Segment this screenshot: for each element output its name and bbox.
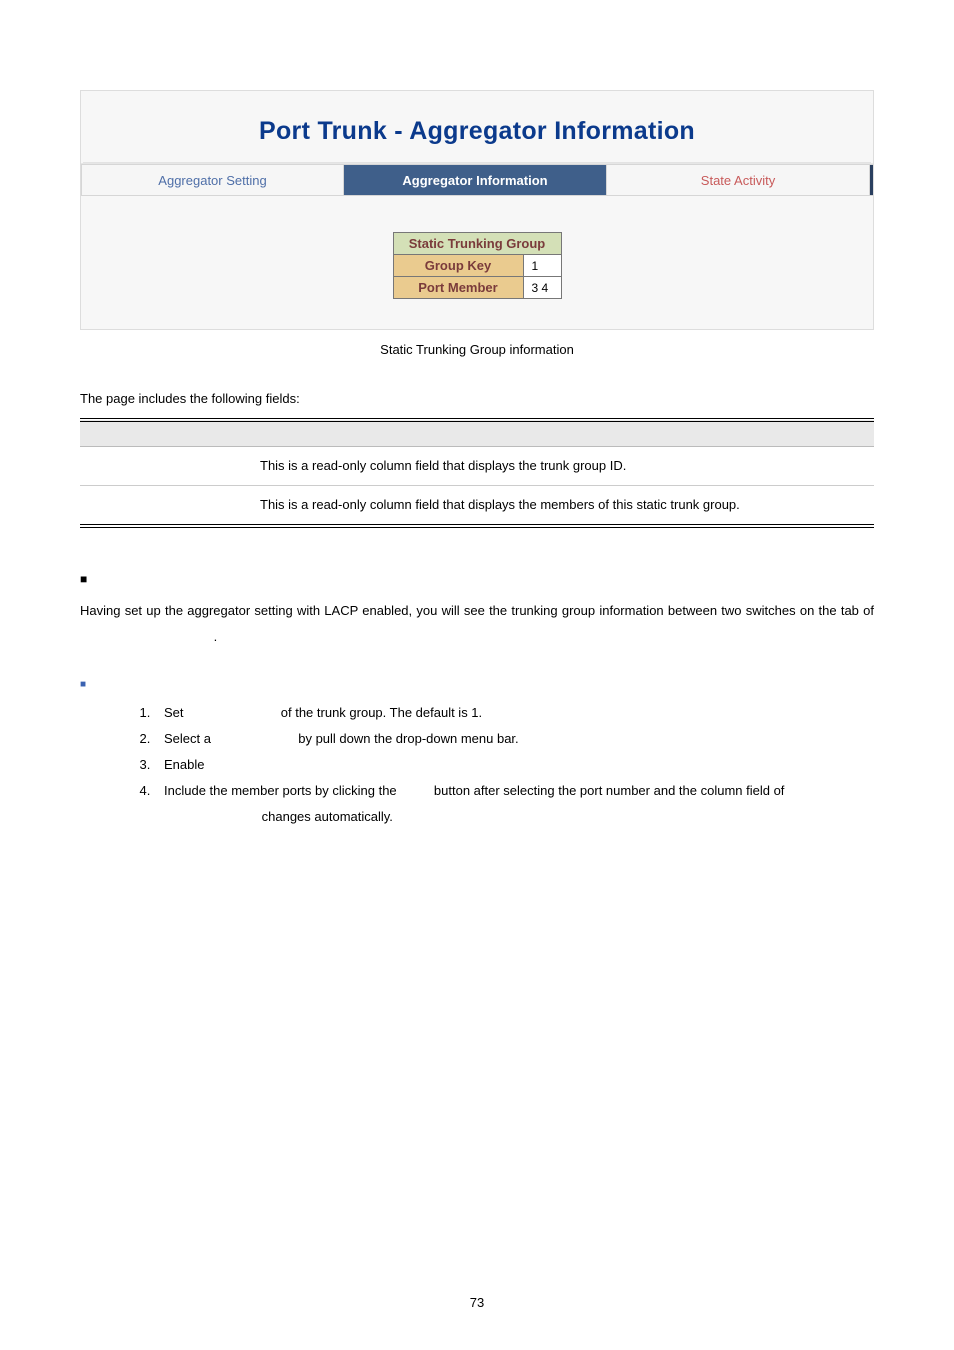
tab-aggregator-information[interactable]: Aggregator Information: [344, 164, 607, 196]
tabs: Aggregator Setting Aggregator Informatio…: [81, 163, 873, 196]
description-cell: This is a read-only column field that di…: [260, 485, 874, 526]
text: Include the member ports by clicking the: [164, 783, 397, 798]
panel-title: Port Trunk - Aggregator Information: [81, 117, 873, 146]
object-cell: [80, 446, 260, 485]
aggregator-panel: Port Trunk - Aggregator Information Aggr…: [80, 90, 874, 330]
list-item: Enable: [154, 752, 874, 778]
group-key-label: Group Key: [393, 255, 523, 277]
group-key-value: 1: [523, 255, 561, 277]
text: Having set up the aggregator setting wit…: [80, 603, 874, 618]
list-item: Include the member ports by clicking the…: [154, 778, 874, 804]
panel-header: Port Trunk - Aggregator Information: [81, 91, 873, 162]
object-cell: [80, 485, 260, 526]
page-number: 73: [0, 1295, 954, 1310]
tab-state-activity[interactable]: State Activity: [607, 164, 870, 196]
text: Enable: [164, 757, 204, 772]
text: changes automatically.: [262, 809, 393, 824]
panel-body: Static Trunking Group Group Key 1 Port M…: [81, 196, 873, 329]
fields-header-desc: [260, 420, 874, 446]
text: Set: [164, 705, 184, 720]
text: by pull down the drop-down menu bar.: [298, 731, 518, 746]
steps-list: Set of the trunk group. The default is 1…: [154, 700, 874, 804]
fields-intro: The page includes the following fields:: [80, 391, 874, 406]
fields-table: This is a read-only column field that di…: [80, 418, 874, 528]
table-row: This is a read-only column field that di…: [80, 446, 874, 485]
document-page: Port Trunk - Aggregator Information Aggr…: [0, 0, 954, 1350]
tab-aggregator-setting[interactable]: Aggregator Setting: [81, 164, 344, 196]
figure-caption: Static Trunking Group information: [80, 342, 874, 357]
section-bullet: ■: [80, 572, 874, 586]
static-trunking-table: Static Trunking Group Group Key 1 Port M…: [393, 232, 562, 299]
sub-bullet: ■: [80, 676, 874, 690]
tab-separator: [870, 164, 873, 196]
description-cell: This is a read-only column field that di…: [260, 446, 874, 485]
table-row: This is a read-only column field that di…: [80, 485, 874, 526]
text: Select a: [164, 731, 211, 746]
fields-header-object: [80, 420, 260, 446]
text: .: [214, 629, 218, 644]
list-item: Set of the trunk group. The default is 1…: [154, 700, 874, 726]
step-continuation: changes automatically.: [188, 804, 874, 830]
list-item: Select a by pull down the drop-down menu…: [154, 726, 874, 752]
static-table-title: Static Trunking Group: [393, 233, 561, 255]
text: of the trunk group. The default is 1.: [281, 705, 482, 720]
text: button after selecting the port number a…: [434, 783, 785, 798]
port-member-label: Port Member: [393, 277, 523, 299]
section-paragraph: Having set up the aggregator setting wit…: [80, 598, 874, 650]
port-member-value: 3 4: [523, 277, 561, 299]
